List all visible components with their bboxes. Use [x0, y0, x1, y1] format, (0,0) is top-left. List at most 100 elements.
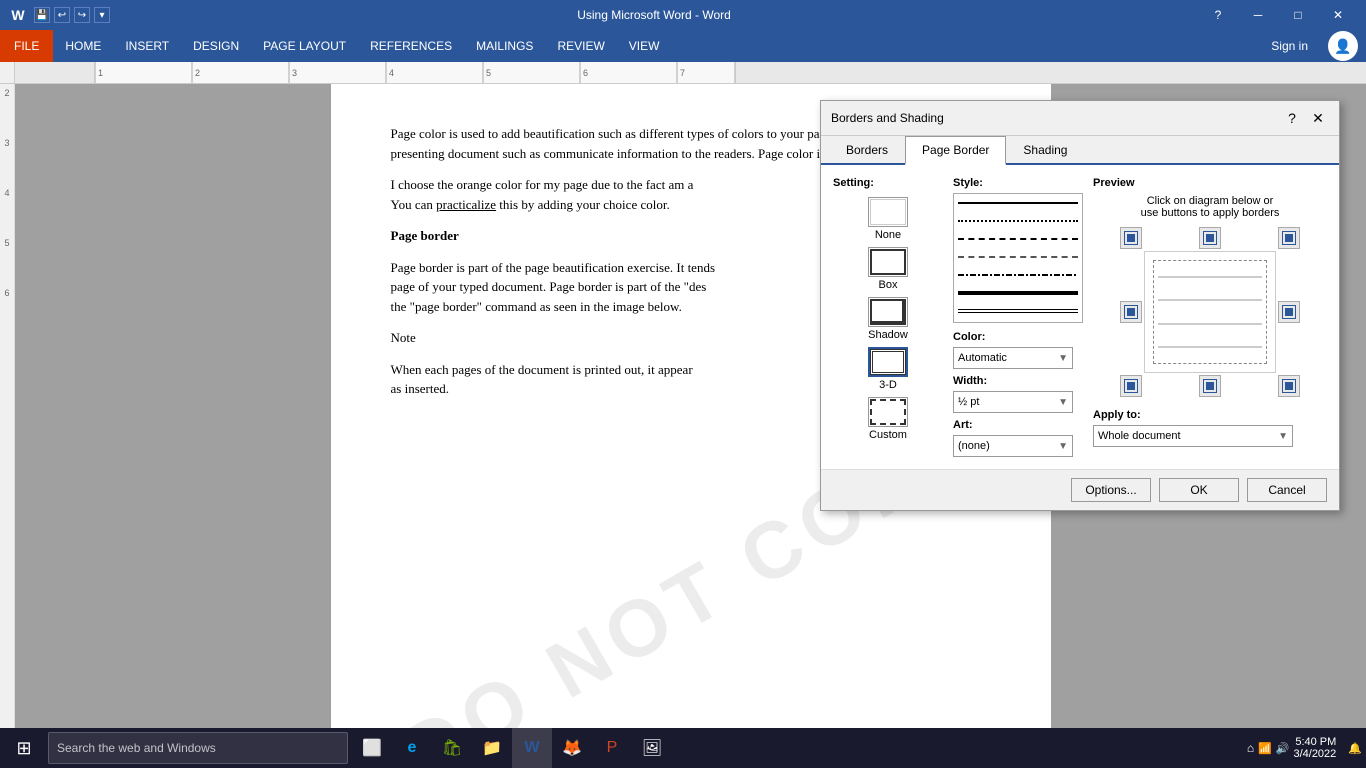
close-button[interactable]: ✕	[1318, 0, 1358, 30]
box-border-icon	[870, 249, 906, 275]
photos-button[interactable]: 🖼	[632, 728, 672, 768]
help-button[interactable]: ?	[1198, 0, 1238, 30]
setting-custom-label: Custom	[869, 429, 907, 441]
top-button-icon	[1203, 231, 1217, 245]
setting-column-label: Setting:	[833, 177, 943, 189]
title-bar: W 💾 ↩ ↪ ▾ Using Microsoft Word - Word ? …	[0, 0, 1366, 30]
setting-shadow[interactable]: Shadow	[833, 297, 943, 341]
apply-label: Apply to:	[1093, 409, 1327, 421]
style-dashed2[interactable]	[954, 248, 1082, 266]
art-dropdown-arrow: ▼	[1058, 441, 1068, 452]
preview-column: Preview Click on diagram below oruse but…	[1093, 177, 1327, 457]
setting-box[interactable]: Box	[833, 247, 943, 291]
width-dropdown[interactable]: ½ pt ▼	[953, 391, 1073, 413]
svg-text:5: 5	[486, 68, 491, 78]
taskbar-search[interactable]: Search the web and Windows	[48, 732, 348, 764]
apply-dropdown[interactable]: Whole document ▼	[1093, 425, 1293, 447]
tab-insert[interactable]: INSERT	[113, 30, 181, 62]
vertical-ruler: 2 3 4 5 6	[0, 84, 15, 738]
preview-left-button[interactable]	[1120, 301, 1142, 323]
cancel-button[interactable]: Cancel	[1247, 478, 1327, 502]
shadow-border-icon	[870, 299, 906, 325]
svg-text:7: 7	[680, 68, 685, 78]
dialog-title: Borders and Shading	[831, 111, 944, 125]
powerpoint-button[interactable]: P	[592, 728, 632, 768]
tab-mailings[interactable]: MAILINGS	[464, 30, 545, 62]
art-label: Art:	[953, 419, 1083, 431]
options-button[interactable]: Options...	[1071, 478, 1151, 502]
dialog-tab-page-border[interactable]: Page Border	[905, 136, 1006, 165]
setting-none-icon	[868, 197, 908, 227]
setting-custom[interactable]: Custom	[833, 397, 943, 441]
none-border-icon	[870, 199, 906, 225]
user-avatar[interactable]: 👤	[1328, 31, 1358, 61]
svg-text:6: 6	[583, 68, 588, 78]
style-double[interactable]	[954, 302, 1082, 320]
preview-bottom-button[interactable]	[1199, 375, 1221, 397]
store-button[interactable]: 🛍	[432, 728, 472, 768]
preview-corner-tr-button[interactable]	[1278, 227, 1300, 249]
style-solid[interactable]	[954, 194, 1082, 212]
style-dotted[interactable]	[954, 212, 1082, 230]
tab-home[interactable]: HOME	[53, 30, 113, 62]
preview-label: Preview	[1093, 177, 1327, 189]
taskbar-right: ⌂ 📶 🔊 5:40 PM 3/4/2022 🔔	[1247, 736, 1362, 760]
setting-3d[interactable]: 3-D	[833, 347, 943, 391]
tab-references[interactable]: REFERENCES	[358, 30, 464, 62]
start-button[interactable]: ⊞	[4, 728, 44, 768]
minimize-button[interactable]: ─	[1238, 0, 1278, 30]
notification-icon[interactable]: 🔔	[1348, 742, 1362, 755]
setting-custom-icon	[868, 397, 908, 427]
customize-icon[interactable]: ▾	[94, 7, 110, 23]
files-button[interactable]: 📁	[472, 728, 512, 768]
style-list[interactable]	[953, 193, 1083, 323]
edge-button[interactable]: e	[392, 728, 432, 768]
dialog-tab-shading[interactable]: Shading	[1006, 136, 1084, 165]
word-taskbar-button[interactable]: W	[512, 728, 552, 768]
dialog-title-bar: Borders and Shading ? ✕	[821, 101, 1339, 136]
preview-line-4	[1158, 346, 1262, 348]
apply-section: Apply to: Whole document ▼	[1093, 409, 1327, 447]
network-icon[interactable]: 📶	[1258, 742, 1272, 755]
width-section: Width: ½ pt ▼	[953, 375, 1083, 413]
tab-review[interactable]: REVIEW	[545, 30, 616, 62]
dialog-help-button[interactable]: ?	[1281, 107, 1303, 129]
restore-button[interactable]: □	[1278, 0, 1318, 30]
ruler-num-6: 6	[4, 288, 9, 298]
preview-corner-tl-button[interactable]	[1120, 227, 1142, 249]
system-tray[interactable]: ⌂	[1247, 741, 1254, 755]
volume-icon[interactable]: 🔊	[1276, 742, 1290, 755]
undo-icon[interactable]: ↩	[54, 7, 70, 23]
color-value: Automatic	[958, 352, 1007, 364]
tab-design[interactable]: DESIGN	[181, 30, 251, 62]
tab-file[interactable]: FILE	[0, 30, 53, 62]
sign-in-button[interactable]: Sign in	[1259, 39, 1320, 53]
setting-none[interactable]: None	[833, 197, 943, 241]
dialog-tab-borders[interactable]: Borders	[829, 136, 905, 165]
ruler-num-2: 2	[4, 88, 9, 98]
task-view-button[interactable]: ⬜	[352, 728, 392, 768]
style-dashed1[interactable]	[954, 230, 1082, 248]
tab-view[interactable]: VIEW	[617, 30, 672, 62]
preview-content-lines	[1154, 261, 1266, 363]
style-thick[interactable]	[954, 284, 1082, 302]
svg-text:2: 2	[195, 68, 200, 78]
dialog-controls: ? ✕	[1281, 107, 1329, 129]
preview-corner-br-button[interactable]	[1278, 375, 1300, 397]
preview-top-button[interactable]	[1199, 227, 1221, 249]
art-dropdown[interactable]: (none) ▼	[953, 435, 1073, 457]
ok-button[interactable]: OK	[1159, 478, 1239, 502]
preview-corner-bl-button[interactable]	[1120, 375, 1142, 397]
firefox-button[interactable]: 🦊	[552, 728, 592, 768]
setting-box-icon	[868, 247, 908, 277]
tab-page-layout[interactable]: PAGE LAYOUT	[251, 30, 358, 62]
style-dash-dot[interactable]	[954, 266, 1082, 284]
color-dropdown[interactable]: Automatic ▼	[953, 347, 1073, 369]
redo-icon[interactable]: ↪	[74, 7, 90, 23]
preview-right-button[interactable]	[1278, 301, 1300, 323]
save-icon[interactable]: 💾	[34, 7, 50, 23]
borders-and-shading-dialog[interactable]: Borders and Shading ? ✕ Borders Page Bor…	[820, 100, 1340, 511]
dialog-close-button[interactable]: ✕	[1307, 107, 1329, 129]
3d-border-icon	[870, 349, 906, 375]
clock[interactable]: 5:40 PM 3/4/2022	[1293, 736, 1344, 760]
